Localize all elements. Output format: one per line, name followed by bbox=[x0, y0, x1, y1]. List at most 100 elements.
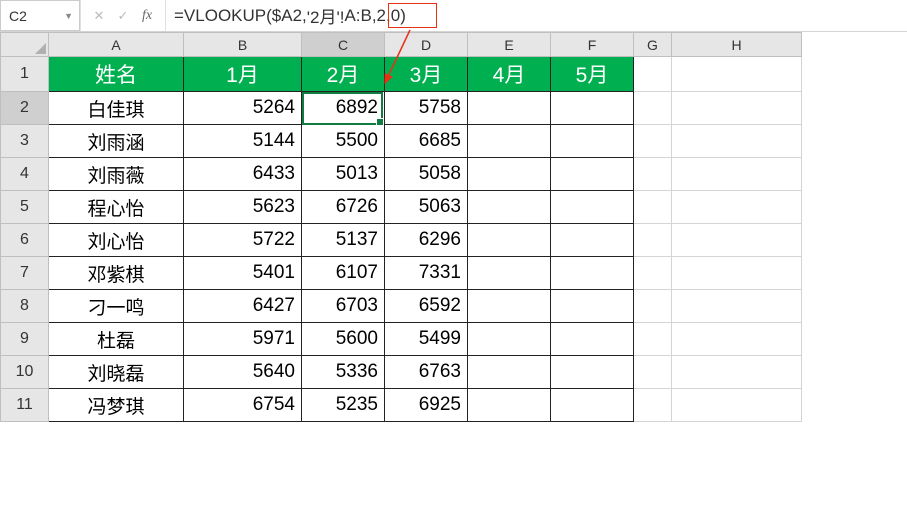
col-header-C[interactable]: C bbox=[302, 32, 385, 57]
formula-input[interactable]: =VLOOKUP($A2,'2月'!A:B,2,0) bbox=[166, 0, 907, 31]
cell[interactable]: 5013 bbox=[302, 158, 385, 191]
cell[interactable] bbox=[672, 125, 802, 158]
cell[interactable] bbox=[672, 92, 802, 125]
cell[interactable] bbox=[634, 191, 672, 224]
cell[interactable] bbox=[551, 257, 634, 290]
cell[interactable] bbox=[672, 356, 802, 389]
spreadsheet-grid[interactable]: A B C D E F G H 1 姓名 1月 2月 3月 4月 5月 2 白佳… bbox=[0, 32, 907, 422]
cell[interactable]: 5137 bbox=[302, 224, 385, 257]
cell[interactable]: 5600 bbox=[302, 323, 385, 356]
cell[interactable]: 6592 bbox=[385, 290, 468, 323]
cell[interactable]: 程心怡 bbox=[49, 191, 184, 224]
cell[interactable] bbox=[634, 158, 672, 191]
cell[interactable] bbox=[468, 389, 551, 422]
name-box[interactable]: C2 ▼ bbox=[0, 0, 80, 31]
cell[interactable] bbox=[634, 257, 672, 290]
cell[interactable]: 5235 bbox=[302, 389, 385, 422]
row-header-6[interactable]: 6 bbox=[0, 224, 49, 257]
row-header-1[interactable]: 1 bbox=[0, 57, 49, 92]
cell[interactable]: 姓名 bbox=[49, 57, 184, 92]
cell[interactable] bbox=[634, 92, 672, 125]
cell[interactable] bbox=[468, 257, 551, 290]
col-header-F[interactable]: F bbox=[551, 32, 634, 57]
cell[interactable]: 刘晓磊 bbox=[49, 356, 184, 389]
cell[interactable]: 冯梦琪 bbox=[49, 389, 184, 422]
cell[interactable] bbox=[551, 356, 634, 389]
row-header-2[interactable]: 2 bbox=[0, 92, 49, 125]
cell[interactable]: 5058 bbox=[385, 158, 468, 191]
cell[interactable]: 5499 bbox=[385, 323, 468, 356]
row-header-10[interactable]: 10 bbox=[0, 356, 49, 389]
cell[interactable]: 5336 bbox=[302, 356, 385, 389]
cell[interactable] bbox=[634, 323, 672, 356]
cell-selected[interactable]: 6892 bbox=[302, 92, 385, 125]
cell[interactable] bbox=[468, 290, 551, 323]
cell[interactable] bbox=[468, 224, 551, 257]
cell[interactable] bbox=[634, 389, 672, 422]
cell[interactable] bbox=[551, 323, 634, 356]
cell[interactable] bbox=[672, 57, 802, 92]
cell[interactable] bbox=[672, 257, 802, 290]
cell[interactable] bbox=[551, 92, 634, 125]
cell[interactable] bbox=[634, 224, 672, 257]
cell[interactable] bbox=[551, 191, 634, 224]
cell[interactable] bbox=[672, 290, 802, 323]
col-header-H[interactable]: H bbox=[672, 32, 802, 57]
cell[interactable] bbox=[672, 158, 802, 191]
cell[interactable] bbox=[672, 389, 802, 422]
cell[interactable]: 杜磊 bbox=[49, 323, 184, 356]
cell[interactable] bbox=[551, 290, 634, 323]
cell[interactable]: 6763 bbox=[385, 356, 468, 389]
cell[interactable] bbox=[634, 125, 672, 158]
cell[interactable]: 5144 bbox=[184, 125, 302, 158]
row-header-4[interactable]: 4 bbox=[0, 158, 49, 191]
cell[interactable]: 刘心怡 bbox=[49, 224, 184, 257]
row-header-8[interactable]: 8 bbox=[0, 290, 49, 323]
cell[interactable]: 6703 bbox=[302, 290, 385, 323]
cell[interactable]: 刘雨涵 bbox=[49, 125, 184, 158]
cell[interactable]: 6925 bbox=[385, 389, 468, 422]
cell[interactable]: 5264 bbox=[184, 92, 302, 125]
cell[interactable] bbox=[672, 224, 802, 257]
cell[interactable]: 6107 bbox=[302, 257, 385, 290]
cell[interactable] bbox=[468, 191, 551, 224]
row-header-9[interactable]: 9 bbox=[0, 323, 49, 356]
cell[interactable]: 6427 bbox=[184, 290, 302, 323]
cell[interactable] bbox=[551, 158, 634, 191]
cell[interactable]: 6433 bbox=[184, 158, 302, 191]
cell[interactable] bbox=[634, 356, 672, 389]
cell[interactable] bbox=[468, 158, 551, 191]
cell[interactable]: 5401 bbox=[184, 257, 302, 290]
cell[interactable]: 6754 bbox=[184, 389, 302, 422]
cell[interactable]: 4月 bbox=[468, 57, 551, 92]
cell[interactable]: 5722 bbox=[184, 224, 302, 257]
cell[interactable]: 5971 bbox=[184, 323, 302, 356]
row-header-5[interactable]: 5 bbox=[0, 191, 49, 224]
cell[interactable]: 2月 bbox=[302, 57, 385, 92]
cell[interactable]: 6296 bbox=[385, 224, 468, 257]
cell[interactable]: 3月 bbox=[385, 57, 468, 92]
col-header-B[interactable]: B bbox=[184, 32, 302, 57]
cell[interactable]: 7331 bbox=[385, 257, 468, 290]
cell[interactable]: 5500 bbox=[302, 125, 385, 158]
cell[interactable] bbox=[672, 191, 802, 224]
cell[interactable]: 5640 bbox=[184, 356, 302, 389]
row-header-7[interactable]: 7 bbox=[0, 257, 49, 290]
cell[interactable] bbox=[468, 92, 551, 125]
cell[interactable]: 6726 bbox=[302, 191, 385, 224]
cell[interactable] bbox=[634, 57, 672, 92]
cell[interactable] bbox=[468, 356, 551, 389]
row-header-11[interactable]: 11 bbox=[0, 389, 49, 422]
cell[interactable]: 白佳琪 bbox=[49, 92, 184, 125]
select-all-corner[interactable] bbox=[0, 32, 49, 57]
cell[interactable] bbox=[468, 125, 551, 158]
cell[interactable]: 5623 bbox=[184, 191, 302, 224]
cell[interactable]: 1月 bbox=[184, 57, 302, 92]
cell[interactable]: 5063 bbox=[385, 191, 468, 224]
cell[interactable] bbox=[468, 323, 551, 356]
cell[interactable] bbox=[672, 323, 802, 356]
cell[interactable] bbox=[551, 125, 634, 158]
cell[interactable]: 刁一鸣 bbox=[49, 290, 184, 323]
cell[interactable]: 邓紫棋 bbox=[49, 257, 184, 290]
col-header-E[interactable]: E bbox=[468, 32, 551, 57]
